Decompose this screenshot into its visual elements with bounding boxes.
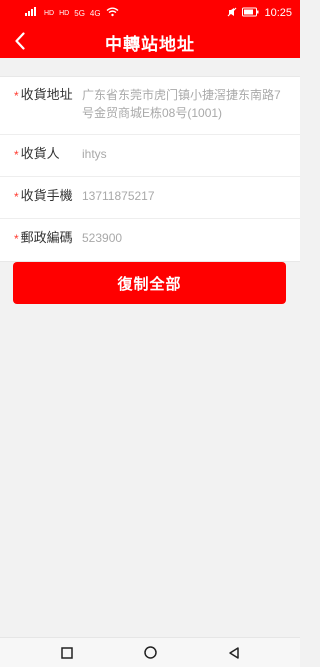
postal-code-value: 523900 [82, 231, 123, 245]
receiver-label: 收貨人 [20, 146, 60, 161]
mobile-screen: HD HD 5G 4G 10:25 中轉站地址 * 收貨地址 广东省东莞市虎门镇… [0, 0, 300, 667]
required-mark: * [14, 148, 19, 162]
page-title: 中轉站地址 [105, 34, 195, 54]
required-mark: * [14, 232, 19, 246]
postal-code-row: * 郵政編碼 523900 [0, 219, 300, 261]
receiver-phone-value: 13711875217 [82, 189, 155, 203]
receiver-row: * 收貨人 ihtys [0, 135, 300, 177]
status-bar: HD HD 5G 4G 10:25 [0, 0, 300, 26]
recent-apps-icon [60, 646, 73, 659]
status-hd-top: HD [44, 9, 55, 17]
status-4g: 4G [89, 8, 101, 18]
mute-icon [227, 7, 237, 20]
receiving-address-row: * 收貨地址 广东省东莞市虎门镇小捷滘捷东南路7号金贸商城E栋08号(1001) [0, 77, 300, 135]
receiver-phone-label-wrap: * 收貨手機 [14, 187, 82, 205]
receiving-address-label-wrap: * 收貨地址 [14, 86, 82, 104]
required-mark: * [14, 89, 19, 103]
receiver-label-wrap: * 收貨人 [14, 145, 82, 163]
back-navigation-button[interactable] [217, 642, 251, 664]
required-mark: * [14, 190, 19, 204]
receiving-address-value: 广东省东莞市虎门镇小捷滘捷东南路7号金贸商城E栋08号(1001) [82, 88, 281, 120]
status-hd-bottom: HD [59, 9, 70, 17]
status-5g: 5G [74, 8, 85, 18]
back-icon [228, 646, 239, 659]
status-right: 10:25 [227, 7, 292, 20]
recent-apps-button[interactable] [50, 642, 84, 664]
receiver-phone-row: * 收貨手機 13711875217 [0, 177, 300, 219]
receiving-address-label: 收貨地址 [20, 87, 73, 102]
copy-all-button[interactable]: 復制全部 [13, 262, 286, 304]
status-left: HD HD 5G 4G [24, 7, 119, 20]
page-header: 中轉站地址 [0, 26, 300, 58]
back-button[interactable] [11, 31, 29, 51]
wifi-icon [106, 7, 119, 20]
receiver-value: ihtys [82, 147, 107, 161]
home-button[interactable] [133, 642, 167, 664]
home-icon [143, 646, 157, 659]
receiver-phone-label: 收貨手機 [20, 188, 73, 203]
system-navigation-bar [0, 637, 300, 667]
battery-icon [242, 7, 259, 20]
postal-code-label: 郵政編碼 [20, 230, 73, 245]
clock: 10:25 [264, 7, 292, 19]
signal-strength-icon [24, 7, 39, 19]
address-form: * 收貨地址 广东省东莞市虎门镇小捷滘捷东南路7号金贸商城E栋08号(1001)… [0, 76, 300, 262]
back-arrow-icon [15, 32, 25, 50]
postal-code-label-wrap: * 郵政編碼 [14, 229, 82, 247]
